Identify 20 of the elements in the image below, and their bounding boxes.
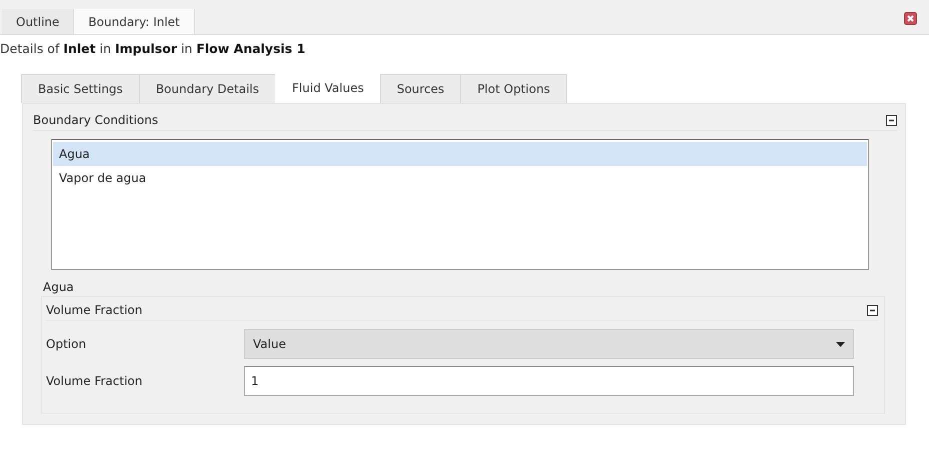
collapse-icon[interactable]	[867, 304, 878, 316]
panel-tab[interactable]: Boundary: Inlet	[74, 9, 195, 34]
panel-tab[interactable]: Outline	[2, 9, 74, 34]
settings-tab[interactable]: Plot Options	[460, 74, 568, 103]
list-item[interactable]: Vapor de agua	[53, 166, 867, 190]
section-title: Boundary Conditions	[33, 113, 160, 127]
caret-icon	[836, 342, 845, 346]
details-title: Details of Inlet in Impulsor in Flow Analysis 1	[0, 40, 306, 58]
close-icon[interactable]	[904, 12, 917, 24]
collapse-icon[interactable]	[886, 114, 897, 126]
list-item[interactable]: Agua	[53, 142, 867, 166]
input-field[interactable]: 1	[244, 366, 854, 396]
settings-tab[interactable]: Boundary Details	[138, 74, 276, 103]
field-label: Volume Fraction	[46, 374, 144, 388]
group-title: Volume Fraction	[46, 303, 144, 317]
settings-tab[interactable]: Sources	[380, 74, 462, 103]
field-label: Option	[46, 337, 88, 351]
group-title: Agua	[42, 279, 75, 296]
option-dropdown[interactable]: Value	[244, 329, 854, 359]
settings-tab[interactable]: Basic Settings	[21, 74, 140, 103]
